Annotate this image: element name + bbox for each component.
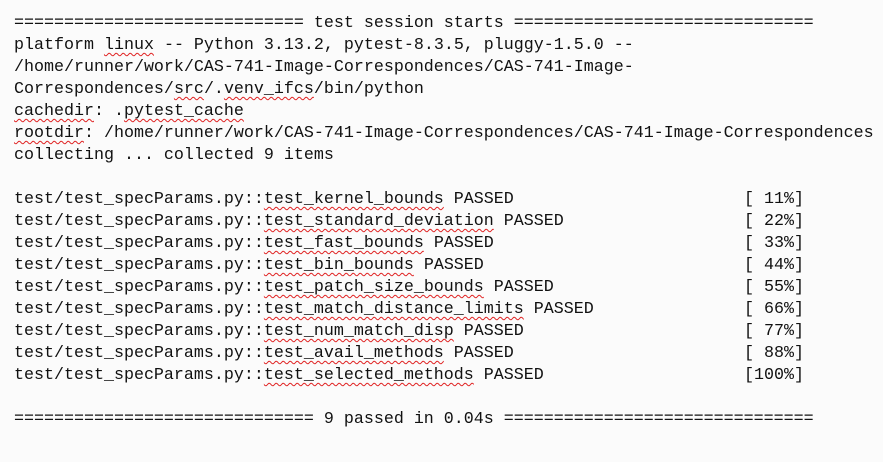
session-header: ============================= test sessi… <box>14 13 874 167</box>
text-segment: /home/runner/work/CAS-741-Image-Correspo… <box>14 58 634 77</box>
test-row: test/test_specParams.py::test_kernel_bou… <box>14 189 874 211</box>
test-progress: [ 55%] <box>744 278 804 297</box>
test-progress: [ 66%] <box>744 300 804 319</box>
test-row: test/test_specParams.py::test_num_match_… <box>14 321 874 343</box>
test-file-prefix: test/test_specParams.py:: <box>14 300 264 319</box>
text-segment: ============================= test sessi… <box>14 14 814 33</box>
test-row: test/test_specParams.py::test_fast_bound… <box>14 233 874 255</box>
header-line: rootdir: /home/runner/work/CAS-741-Image… <box>14 123 874 145</box>
test-file-prefix: test/test_specParams.py:: <box>14 322 264 341</box>
misspelled-word: venv_ifcs <box>223 80 314 99</box>
test-name: test_standard_deviation <box>263 212 494 231</box>
test-status: PASSED <box>443 190 514 209</box>
test-status: PASSED <box>473 366 544 385</box>
text-segment: -- Python 3.13.2, pytest-8.3.5, pluggy-1… <box>153 36 634 55</box>
text-segment: /. <box>203 80 224 99</box>
text-segment: platform <box>14 36 104 55</box>
test-status: PASSED <box>423 234 494 253</box>
header-line: ============================= test sessi… <box>14 13 874 35</box>
test-progress: [ 77%] <box>744 322 804 341</box>
test-name: test_bin_bounds <box>263 256 414 275</box>
test-file-prefix: test/test_specParams.py:: <box>14 344 264 363</box>
header-line: platform linux -- Python 3.13.2, pytest-… <box>14 35 874 57</box>
test-progress: [ 33%] <box>744 234 804 253</box>
text-segment: collecting ... collected 9 items <box>14 146 334 165</box>
header-line: cachedir: .pytest_cache <box>14 101 874 123</box>
test-row: test/test_specParams.py::test_avail_meth… <box>14 343 874 365</box>
test-file-prefix: test/test_specParams.py:: <box>14 234 264 253</box>
test-name: test_kernel_bounds <box>263 190 444 209</box>
test-status: PASSED <box>413 256 484 275</box>
text-segment: : . <box>93 102 124 121</box>
test-results: test/test_specParams.py::test_kernel_bou… <box>14 189 874 387</box>
test-name: test_patch_size_bounds <box>263 278 484 297</box>
header-line: collecting ... collected 9 items <box>14 145 874 167</box>
misspelled-word: linux <box>103 36 154 55</box>
test-progress: [ 11%] <box>744 190 804 209</box>
test-progress: [ 22%] <box>744 212 804 231</box>
test-status: PASSED <box>523 300 594 319</box>
test-name: test_avail_methods <box>263 344 444 363</box>
text-segment: /bin/python <box>313 80 424 99</box>
test-status: PASSED <box>483 278 554 297</box>
test-file-prefix: test/test_specParams.py:: <box>14 212 264 231</box>
test-progress: [ 88%] <box>744 344 804 363</box>
text-segment: Correspondences/ <box>14 80 174 99</box>
misspelled-word: rootdir <box>14 124 84 143</box>
misspelled-word: pytest_cache <box>123 102 244 121</box>
test-name: test_selected_methods <box>263 366 474 385</box>
test-file-prefix: test/test_specParams.py:: <box>14 256 264 275</box>
test-row: test/test_specParams.py::test_match_dist… <box>14 299 874 321</box>
text-segment: : /home/runner/work/CAS-741-Image-Corres… <box>83 124 874 143</box>
test-row: test/test_specParams.py::test_standard_d… <box>14 211 874 233</box>
header-line: Correspondences/src/.venv_ifcs/bin/pytho… <box>14 79 874 101</box>
test-file-prefix: test/test_specParams.py:: <box>14 190 264 209</box>
summary-line: ============================== 9 passed … <box>14 410 814 429</box>
test-progress: [ 44%] <box>744 256 804 275</box>
test-row: test/test_specParams.py::test_selected_m… <box>14 365 874 387</box>
test-file-prefix: test/test_specParams.py:: <box>14 366 264 385</box>
header-line: /home/runner/work/CAS-741-Image-Correspo… <box>14 57 874 79</box>
misspelled-word: cachedir <box>14 102 94 121</box>
test-file-prefix: test/test_specParams.py:: <box>14 278 264 297</box>
test-row: test/test_specParams.py::test_patch_size… <box>14 277 874 299</box>
test-status: PASSED <box>493 212 564 231</box>
misspelled-word: src <box>173 80 204 99</box>
test-row: test/test_specParams.py::test_bin_bounds… <box>14 255 874 277</box>
test-progress: [100%] <box>744 366 804 385</box>
test-name: test_num_match_disp <box>263 322 454 341</box>
test-status: PASSED <box>443 344 514 363</box>
test-name: test_fast_bounds <box>263 234 424 253</box>
document-body: ============================= test sessi… <box>14 13 874 431</box>
test-status: PASSED <box>453 322 524 341</box>
test-name: test_match_distance_limits <box>263 300 524 319</box>
